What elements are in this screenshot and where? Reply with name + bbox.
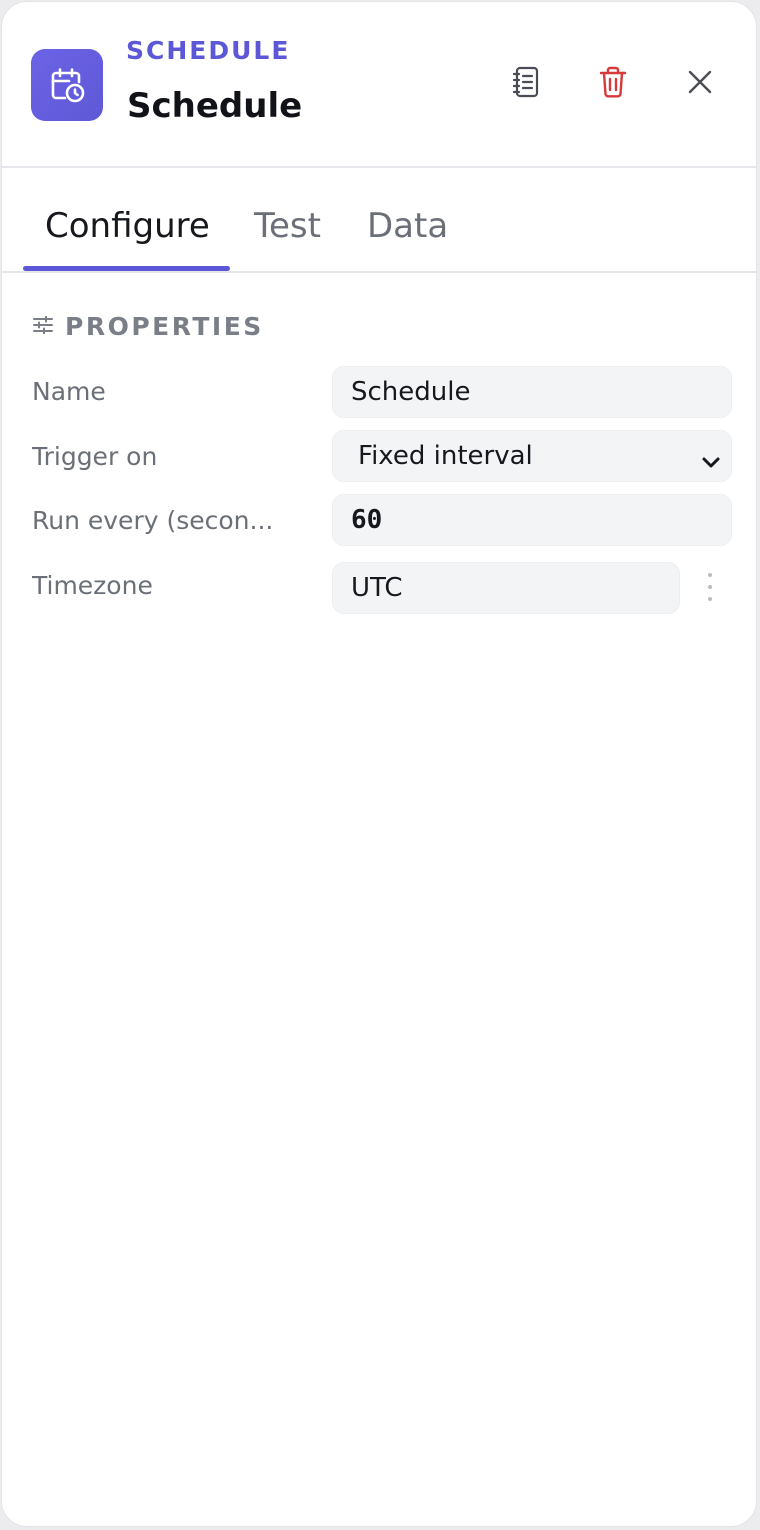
docs-button[interactable] [506,64,546,104]
trigger-on-label: Trigger on [32,442,158,471]
node-type-label: SCHEDULE [126,36,291,65]
sliders-icon [33,315,53,338]
schedule-node-panel: SCHEDULE Schedule Configure Test Data PR… [1,1,757,1527]
chevron-down-icon [701,447,721,477]
name-label: Name [32,377,106,406]
tab-bar: Configure Test Data [2,168,756,273]
calendar-clock-icon [31,49,103,121]
close-icon [688,70,712,98]
run-every-label: Run every (secon... [32,506,274,535]
name-value: Schedule [351,377,471,407]
run-every-value: 60 [351,505,383,535]
panel-header: SCHEDULE Schedule [2,2,756,168]
notebook-icon [510,65,542,103]
section-title: PROPERTIES [65,312,264,341]
timezone-value: UTC [351,573,403,603]
close-button[interactable] [680,64,720,104]
name-input[interactable]: Schedule [332,366,732,418]
active-tab-indicator [23,266,230,271]
node-title: Schedule [127,86,303,126]
timezone-input[interactable]: UTC [332,562,680,614]
trigger-on-value: Fixed interval [358,441,533,471]
tab-test[interactable]: Test [254,206,321,246]
trash-icon [598,65,628,103]
more-vertical-icon [708,573,712,577]
tab-configure[interactable]: Configure [45,206,210,246]
timezone-label: Timezone [32,571,153,600]
trigger-on-select[interactable]: Fixed interval [332,430,732,482]
tab-data[interactable]: Data [367,206,448,246]
delete-button[interactable] [593,64,633,104]
timezone-more-options-button[interactable] [702,573,718,601]
properties-section-header: PROPERTIES [33,312,264,341]
run-every-input[interactable]: 60 [332,494,732,546]
